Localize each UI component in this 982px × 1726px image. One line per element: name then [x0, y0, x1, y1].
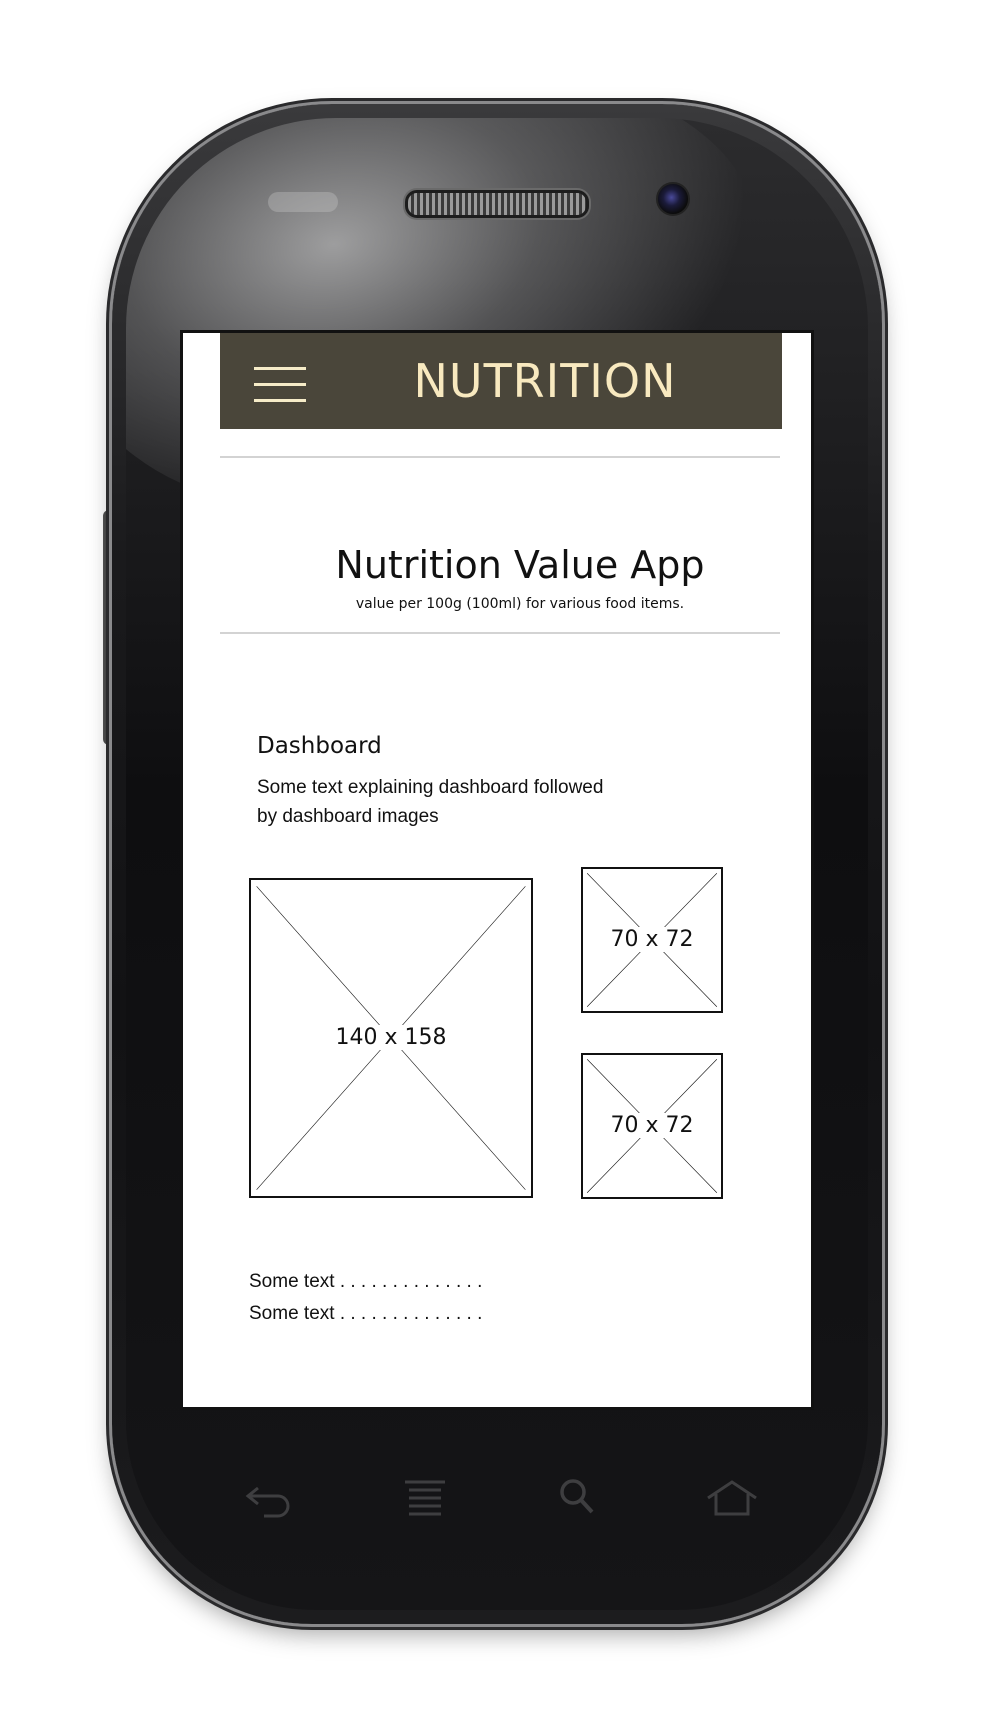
earpiece-speaker — [405, 190, 589, 218]
page-subtitle: value per 100g (100ml) for various food … — [355, 596, 685, 612]
hamburger-menu-icon[interactable] — [254, 367, 306, 403]
dashboard-image-small[interactable]: 70 x 72 — [581, 867, 723, 1013]
header-divider — [220, 456, 780, 458]
back-icon[interactable] — [240, 1476, 300, 1520]
phone-screen: NUTRITION Nutrition Value App value per … — [180, 330, 814, 1410]
app-header: NUTRITION — [220, 333, 782, 429]
home-icon[interactable] — [702, 1476, 762, 1520]
dashboard-image-large[interactable]: 140 x 158 — [249, 878, 533, 1198]
menu-lines-icon[interactable] — [395, 1476, 455, 1520]
dashboard-image-small[interactable]: 70 x 72 — [581, 1053, 723, 1199]
hero-divider — [220, 632, 780, 634]
image-size-label: 70 x 72 — [606, 927, 698, 952]
search-icon[interactable] — [548, 1476, 608, 1520]
image-size-label: 140 x 158 — [331, 1025, 451, 1050]
dashboard-description: Some text explaining dashboard followed … — [257, 773, 677, 831]
page-title: Nutrition Value App — [335, 543, 705, 587]
image-size-label: 70 x 72 — [606, 1113, 698, 1138]
front-camera-icon — [656, 182, 690, 216]
app-header-title: NUTRITION — [413, 354, 677, 408]
proximity-sensor — [268, 192, 338, 212]
dashboard-heading: Dashboard — [257, 733, 382, 759]
dashboard-description-line: Some text explaining dashboard followed — [257, 777, 604, 798]
footer-text-line: Some text . . . . . . . . . . . . . . — [249, 1303, 483, 1324]
dashboard-description-line: by dashboard images — [257, 806, 439, 827]
footer-text-line: Some text . . . . . . . . . . . . . . — [249, 1271, 483, 1292]
